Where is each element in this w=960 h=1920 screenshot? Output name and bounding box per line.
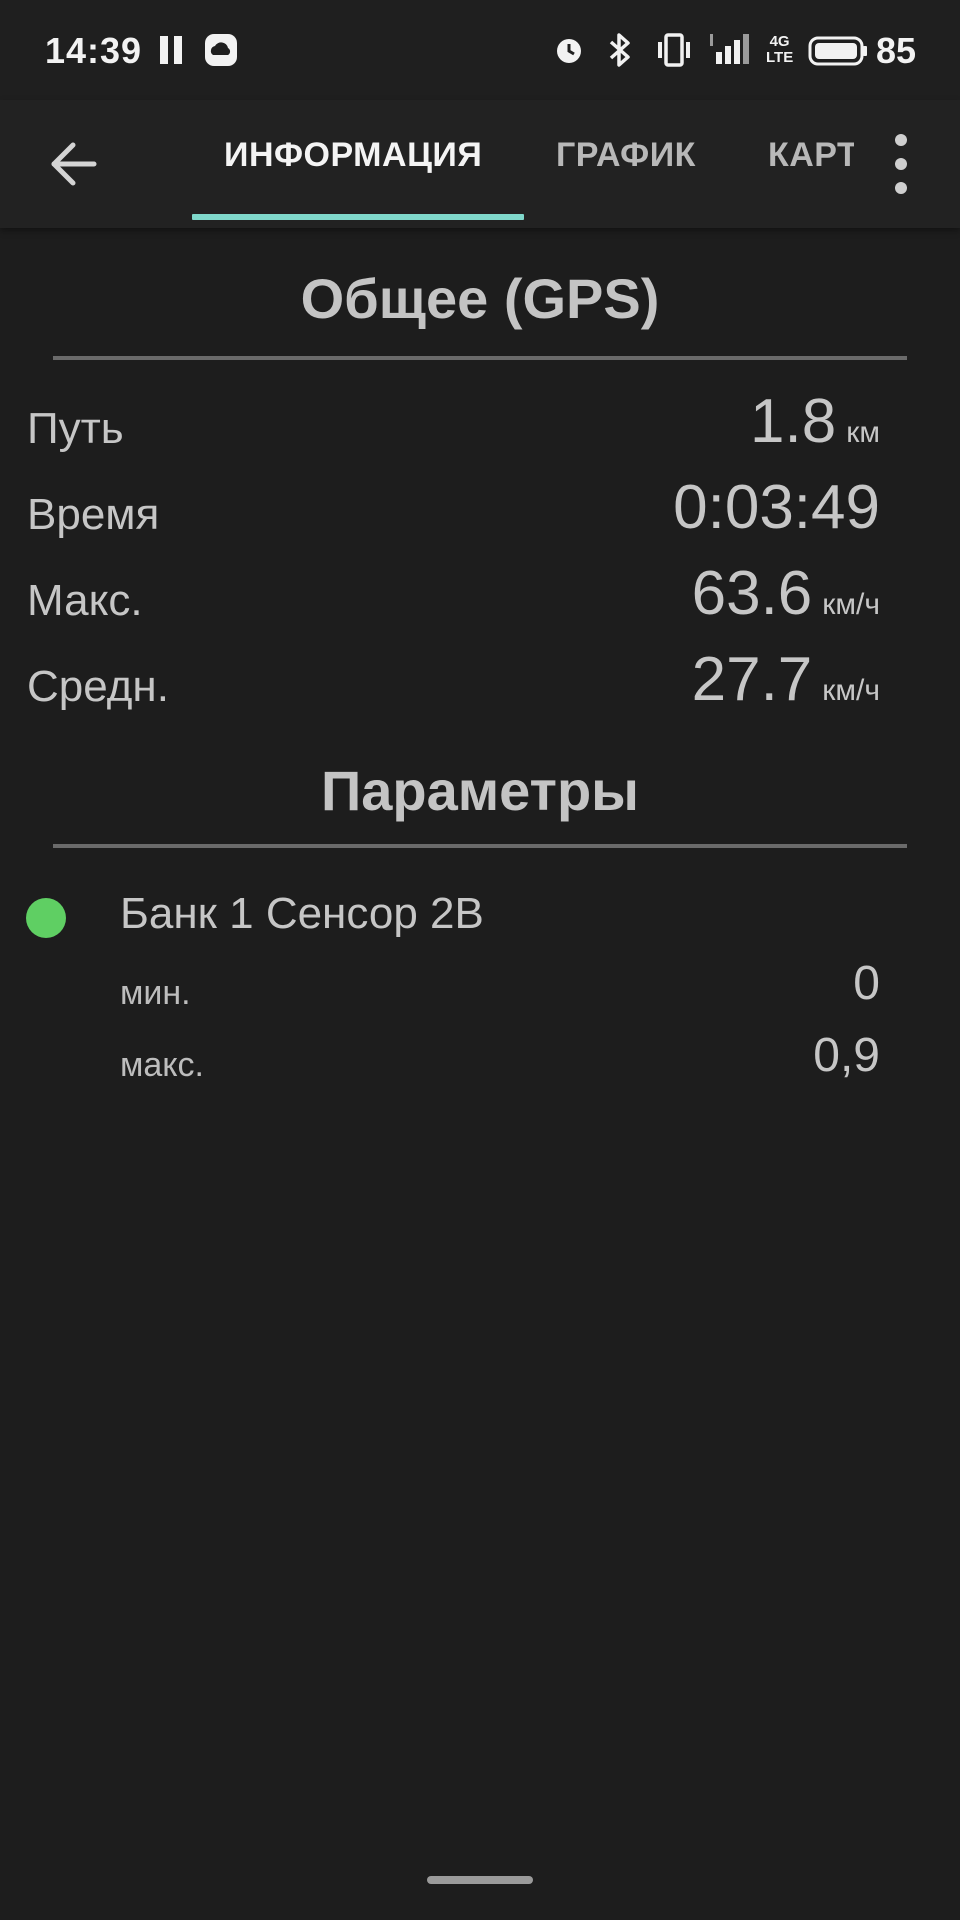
max-speed-unit: км/ч (822, 588, 880, 621)
avg-speed-value: 27.7 км/ч (691, 645, 880, 714)
parameter-max-value: 0,9 (813, 1029, 880, 1082)
home-indicator[interactable] (427, 1876, 533, 1884)
distance-label: Путь (27, 404, 124, 453)
vibrate-icon (658, 33, 690, 67)
summary-divider (53, 356, 907, 360)
status-time: 14:39 (45, 30, 143, 71)
max-speed-value: 63.6 км/ч (691, 559, 880, 628)
avg-speed-label: Средн. (27, 662, 169, 711)
parameter-name: Банк 1 Сенсор 2В (120, 889, 484, 938)
parameters-divider (53, 844, 907, 848)
battery-level: 85 (875, 30, 916, 71)
arrow-left-icon[interactable] (40, 126, 110, 202)
status-bar: 14:39 4G LTE 85 (0, 0, 960, 100)
pause-icon (158, 36, 184, 64)
tab-graph[interactable]: ГРАФИК (556, 136, 696, 175)
distance-unit: км (846, 416, 880, 449)
signal-icon (710, 34, 749, 64)
network-4g-lte-icon: 4G LTE (766, 33, 794, 66)
tab-map-container: КАРТА (768, 136, 854, 186)
parameter-color-dot (26, 898, 66, 938)
parameters-title: Параметры (320, 759, 640, 822)
time-value: 0:03:49 (673, 473, 880, 542)
parameter-min-label: мин. (120, 974, 191, 1012)
avg-speed-unit: км/ч (822, 674, 880, 707)
screen: 14:39 4G LTE 85 ИНФОРМАЦИЯ ГРАФИК КАРТ О… (0, 0, 960, 1920)
tab-map[interactable]: КАРТА (768, 136, 854, 175)
parameter-min-value: 0 (853, 957, 880, 1010)
active-tab-indicator (192, 214, 524, 220)
status-icons: 4G LTE 85 (540, 0, 960, 100)
parameter-max-label: макс. (120, 1046, 204, 1084)
bluetooth-icon (609, 33, 630, 67)
distance-value: 1.8 км (750, 387, 880, 456)
time-label: Время (27, 490, 160, 539)
tab-information[interactable]: ИНФОРМАЦИЯ (224, 136, 482, 175)
cloud-app-icon (205, 34, 237, 66)
app-toolbar: ИНФОРМАЦИЯ ГРАФИК КАРТА (0, 100, 960, 228)
battery-icon (808, 36, 867, 66)
alarm-icon (557, 39, 581, 63)
max-speed-label: Макс. (27, 576, 143, 625)
summary-title: Общее (GPS) (300, 267, 660, 330)
more-vert-icon[interactable] (880, 126, 924, 202)
